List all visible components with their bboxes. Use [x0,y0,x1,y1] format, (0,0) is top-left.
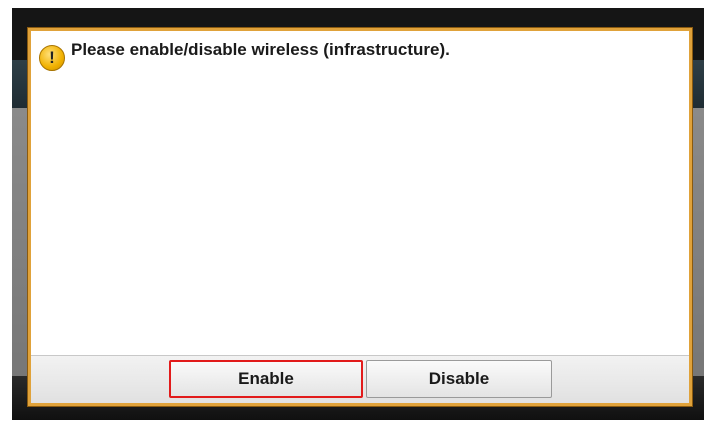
message-row: ! Please enable/disable wireless (infras… [39,39,681,71]
disable-button[interactable]: Disable [366,360,552,398]
dialog-message: Please enable/disable wireless (infrastr… [71,40,450,59]
enable-button[interactable]: Enable [169,360,363,398]
printer-panel-screen: ! Please enable/disable wireless (infras… [12,8,704,420]
dialog-button-bar: Enable Disable [31,355,689,403]
wireless-dialog: ! Please enable/disable wireless (infras… [28,28,692,406]
warning-icon: ! [39,45,65,71]
